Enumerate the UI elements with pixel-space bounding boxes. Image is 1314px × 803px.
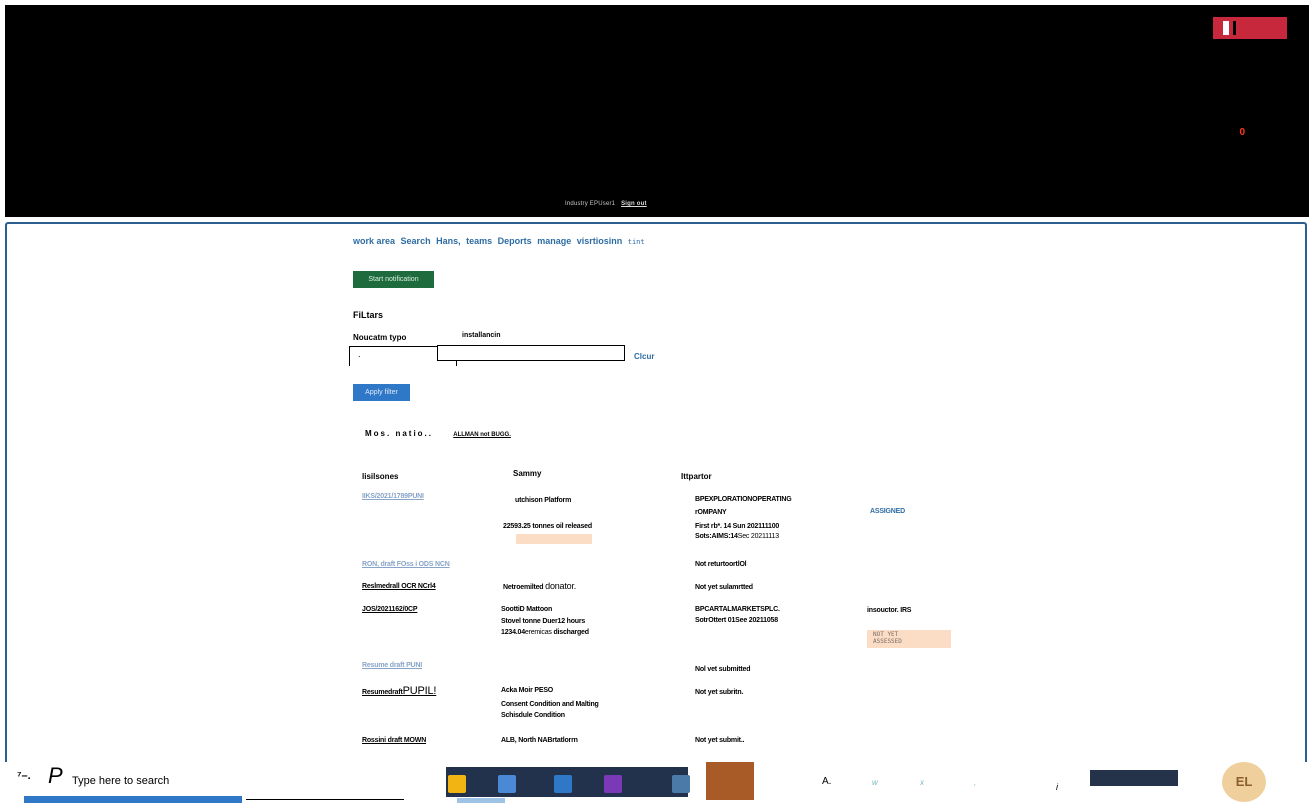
row1-summary-line2: 22593.25 tonnes oil released: [503, 523, 592, 530]
row1-summary-line1: utchison Platform: [515, 497, 572, 504]
tab-other[interactable]: ALLMAN not BUGG.: [453, 432, 511, 438]
row4-summary-line3: 1234.04eremicas discharged: [501, 628, 589, 638]
nav-deports[interactable]: Deports: [498, 236, 532, 246]
glyph-comma: ,: [974, 778, 977, 787]
flag-icon: [1223, 21, 1229, 35]
app-window-thumb[interactable]: [706, 762, 754, 800]
user-name: Industry EPUser1: [565, 201, 616, 207]
taskbar-a-label[interactable]: A.: [822, 776, 831, 787]
menu-flag-button[interactable]: [1213, 17, 1287, 39]
installation-label: installancin: [462, 332, 501, 339]
nav-hans[interactable]: Hans,: [436, 236, 461, 246]
row1-operator-line1: BPEXPLORATIONOPERATING: [695, 496, 792, 503]
row4-summary-line3-b: eremicas: [524, 629, 552, 636]
row7-summary: ALB, North NABrtatlorrn: [501, 737, 578, 744]
taskbar: ⁷–. P Type here to search A. w x , i EL: [0, 762, 1314, 803]
badge-line1: NOT YET: [873, 631, 899, 638]
row2-operator: Not returtoortlOl: [695, 561, 747, 568]
row3-operator: Not yet sulamrtted: [695, 584, 753, 591]
main-nav: work area Search Hans, teams Deports man…: [353, 236, 648, 246]
row3-summary-b: donator.: [545, 581, 577, 591]
badge-line2: ASSESSED: [873, 638, 902, 645]
start-notification-button[interactable]: Start notification: [353, 271, 434, 288]
subtabs: Mos. natio.. ALLMAN not BUGG.: [365, 429, 511, 438]
row6-id-a: Resumedraft: [362, 689, 403, 696]
taskbar-search-input[interactable]: Type here to search: [72, 775, 169, 787]
snipping-tool-icon[interactable]: [672, 775, 690, 793]
row1-dates-line2-b: Sec 20211113: [737, 533, 779, 540]
system-tray[interactable]: [1090, 770, 1178, 786]
site-header-banner: 0 Industry EPUser1 Sign out: [5, 5, 1309, 217]
tab-active[interactable]: Mos. natio..: [365, 429, 433, 438]
search-icon[interactable]: P: [48, 763, 63, 789]
row6-summary-line3: Schisdule Condition: [501, 712, 565, 719]
filters-title: FiLtars: [353, 310, 384, 320]
alert-count[interactable]: 0: [1239, 127, 1245, 138]
row3-summary-a: Netroemilted: [503, 584, 544, 591]
row1-operator-line2: rOMPANY: [695, 509, 727, 516]
notification-type-label: Noucatm typo: [353, 333, 407, 342]
flag-icon-mark: [1233, 21, 1236, 35]
sign-out-link[interactable]: Sign out: [621, 201, 647, 207]
row4-summary-line3-c: discharged: [553, 629, 589, 636]
row6-operator: Not yet subritn.: [695, 689, 744, 696]
row6-summary-line1: Acka Moir PESO: [501, 687, 554, 694]
outlook-icon[interactable]: [554, 775, 572, 793]
nav-suffix[interactable]: tint: [628, 238, 645, 246]
row4-assignee: insouctor. IRS: [867, 607, 912, 614]
glyph-x: x: [920, 778, 924, 787]
row1-id-link[interactable]: IIKS/2021/1789PUNI: [362, 492, 424, 502]
pinned-apps: [446, 767, 690, 797]
row7-id-link[interactable]: Rossini draft MOWN: [362, 736, 426, 746]
file-explorer-icon[interactable]: [498, 775, 516, 793]
taskbar-divider: [246, 799, 404, 800]
nav-search[interactable]: Search: [401, 236, 431, 246]
nav-manage[interactable]: manage: [537, 236, 571, 246]
row1-status: ASSIGNED: [870, 508, 905, 515]
installation-input[interactable]: [437, 345, 625, 361]
row1-dates-line2: Sots:AIMS:14Sec 20211113: [695, 532, 779, 542]
taskbar-active-indicator: [24, 796, 242, 803]
start-button[interactable]: ⁷–.: [17, 770, 31, 782]
row3-summary: Netroemilted donator.: [503, 581, 576, 593]
clear-link[interactable]: Clcur: [634, 352, 654, 361]
nav-visrtiosinn[interactable]: visrtiosinn: [577, 236, 623, 246]
row1-dates-line2-a: Sots:AIMS:14: [695, 533, 738, 540]
column-header-summary[interactable]: Sammy: [513, 469, 541, 478]
row5-id-link[interactable]: Resume draft PUNI: [362, 661, 422, 671]
row7-operator: Not yet submit..: [695, 737, 745, 744]
row1-highlight: [516, 534, 592, 544]
row6-summary-line2: Consent Condition and Malting: [501, 701, 599, 708]
row4-id-link[interactable]: JOS/2021162/0CP: [362, 605, 418, 615]
onenote-icon[interactable]: [604, 775, 622, 793]
not-yet-assessed-badge: NOT YET ASSESSED: [867, 630, 951, 648]
main-content: work area Search Hans, teams Deports man…: [5, 222, 1307, 764]
nav-teams[interactable]: teams: [466, 236, 492, 246]
row1-dates-line1: First rb*. 14 Sun 202111100: [695, 523, 780, 530]
avatar[interactable]: EL: [1222, 762, 1266, 802]
chrome-icon[interactable]: [448, 775, 466, 793]
row4-summary-line1: SoottiD Mattoon: [501, 606, 553, 613]
row3-id-link[interactable]: Reslmedrall OCR NCrl4: [362, 582, 436, 592]
row4-summary-line3-a: 1234.04: [501, 629, 525, 636]
apply-filter-button[interactable]: Apply filter: [353, 384, 410, 401]
user-line: Industry EPUser1 Sign out: [565, 201, 647, 207]
glyph-w: w: [872, 778, 878, 787]
row5-operator: Nol vet submitted: [695, 666, 751, 673]
row6-id-link[interactable]: ResumedraftPUPIL!: [362, 686, 436, 698]
nav-work-area[interactable]: work area: [353, 236, 395, 246]
row2-id-link[interactable]: RON, draft FOss i ODS NCN: [362, 560, 450, 570]
glyph-i: i: [1056, 782, 1058, 792]
taskbar-indicator: [457, 798, 505, 803]
column-header-operator[interactable]: Ittpartor: [681, 472, 712, 481]
row4-summary-line2: Stovel tonne Duer12 hours: [501, 618, 586, 625]
column-header-notification[interactable]: lisilsones: [362, 472, 398, 481]
row6-id-b: PUPIL!: [402, 685, 437, 697]
row4-operator-line2: SotrOttert 01See 20211058: [695, 617, 778, 624]
row4-operator-line1: BPCARTALMARKETSPLC.: [695, 606, 780, 613]
